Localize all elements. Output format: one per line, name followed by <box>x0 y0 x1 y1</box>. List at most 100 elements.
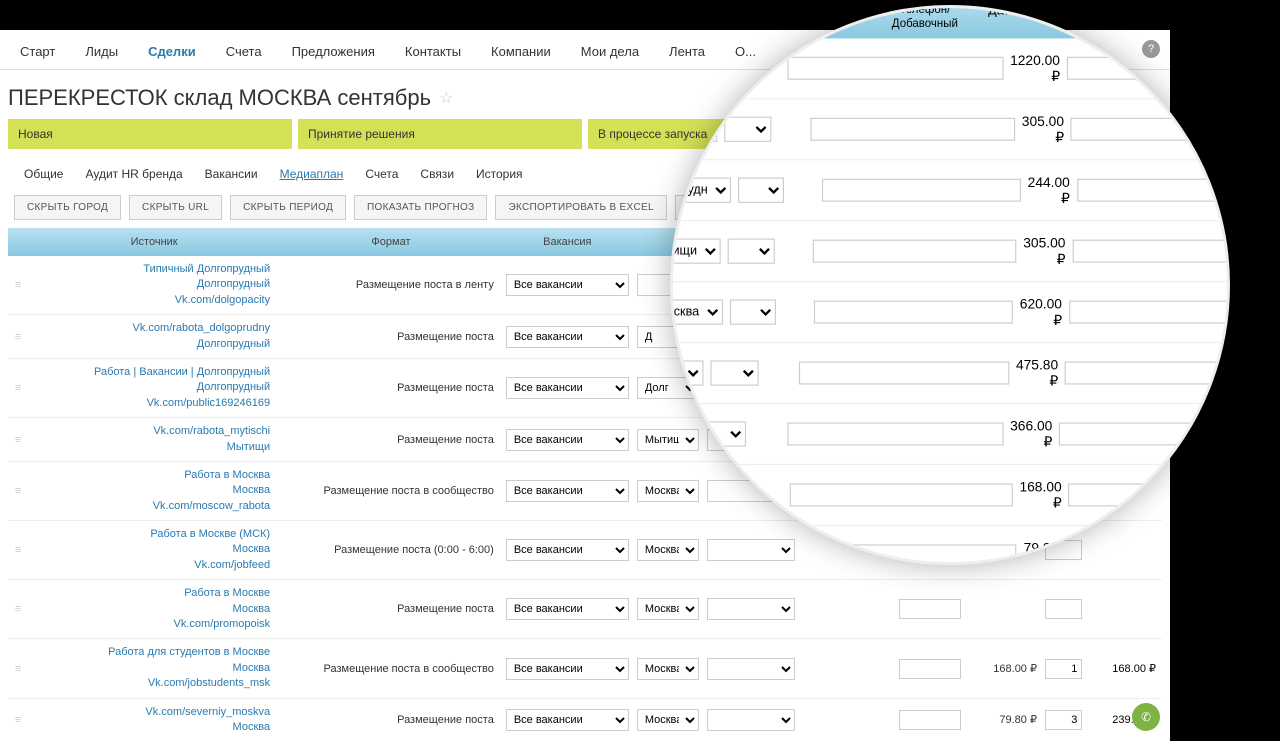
subtab-Аудит HR бренда[interactable]: Аудит HR бренда <box>85 167 182 181</box>
mag-date-input[interactable] <box>787 57 1003 80</box>
mag-city-select[interactable] <box>670 482 690 507</box>
mag-url-select[interactable] <box>724 117 771 142</box>
date-input[interactable] <box>899 659 962 679</box>
date-input[interactable] <box>899 599 962 619</box>
drag-handle-icon[interactable]: ≡ <box>8 256 28 315</box>
mag-date-input[interactable] <box>790 483 1013 506</box>
mag-date-input[interactable] <box>787 423 1003 446</box>
source-link[interactable]: Долгопрудный <box>32 380 270 395</box>
mag-date-input[interactable] <box>813 240 1016 263</box>
drag-handle-icon[interactable]: ≡ <box>8 358 28 417</box>
nav-Предложения[interactable]: Предложения <box>292 44 375 59</box>
subtab-Вакансии[interactable]: Вакансии <box>205 167 258 181</box>
nav-Лиды[interactable]: Лиды <box>85 44 118 59</box>
mag-city-select[interactable]: тищи <box>670 239 721 264</box>
mag-city-select[interactable] <box>670 421 690 446</box>
mag-url-select[interactable] <box>697 421 746 446</box>
source-link[interactable]: Vk.com/moscow_rabota <box>32 499 270 514</box>
mag-city-select[interactable]: ва <box>670 360 704 385</box>
mag-city-select[interactable]: опрудн <box>670 178 731 203</box>
mag-url-select[interactable] <box>697 482 748 507</box>
source-link[interactable]: Москва <box>32 542 270 557</box>
toolbar-btn[interactable]: СКРЫТЬ URL <box>129 195 222 220</box>
vacancy-select[interactable]: Все вакансии <box>506 709 629 731</box>
phone-fab-button[interactable]: ✆ <box>1132 703 1160 731</box>
vacancy-select[interactable]: Все вакансии <box>506 377 629 399</box>
mag-qty-input[interactable] <box>1065 544 1230 565</box>
mag-url-select[interactable] <box>728 239 775 264</box>
subtab-Медиаплан[interactable]: Медиаплан <box>280 167 344 181</box>
source-link[interactable]: Москва <box>32 661 270 676</box>
url-select[interactable] <box>707 598 795 620</box>
drag-handle-icon[interactable]: ≡ <box>8 315 28 359</box>
mag-date-input[interactable] <box>822 179 1021 202</box>
mag-city-select[interactable] <box>670 56 690 81</box>
stage-item[interactable]: Новая <box>8 119 292 149</box>
vacancy-select[interactable]: Все вакансии <box>506 480 629 502</box>
mag-city-select[interactable] <box>670 543 690 565</box>
drag-handle-icon[interactable]: ≡ <box>8 521 28 580</box>
drag-handle-icon[interactable]: ≡ <box>8 580 28 639</box>
url-select[interactable] <box>707 709 795 731</box>
toolbar-btn[interactable]: ПОКАЗАТЬ ПРОГНОЗ <box>354 195 487 220</box>
mag-qty-input[interactable] <box>1069 483 1230 506</box>
mag-qty-input[interactable] <box>1067 57 1230 80</box>
drag-handle-icon[interactable]: ≡ <box>8 418 28 462</box>
toolbar-btn[interactable]: СКРЫТЬ ГОРОД <box>14 195 121 220</box>
source-link[interactable]: Vk.com/severniy_moskva <box>32 705 270 720</box>
mag-url-select[interactable] <box>697 56 746 81</box>
source-link[interactable]: Работа для студентов в Москве <box>32 645 270 660</box>
mag-qty-input[interactable] <box>1059 423 1230 446</box>
source-link[interactable]: Vk.com/jobfeed <box>32 558 270 573</box>
vacancy-select[interactable]: Все вакансии <box>506 658 629 680</box>
mag-url-select[interactable] <box>738 178 784 203</box>
city-select[interactable]: Москва <box>637 658 700 680</box>
vacancy-select[interactable]: Все вакансии <box>506 429 629 451</box>
source-link[interactable]: Москва <box>32 483 270 498</box>
nav-Сделки[interactable]: Сделки <box>148 44 196 59</box>
mag-qty-input[interactable] <box>1072 240 1230 263</box>
nav-Старт[interactable]: Старт <box>20 44 55 59</box>
mag-url-select[interactable] <box>710 360 758 385</box>
drag-handle-icon[interactable]: ≡ <box>8 639 28 698</box>
source-link[interactable]: Москва <box>32 602 270 617</box>
mag-url-select[interactable] <box>730 299 776 324</box>
source-link[interactable]: Типичный Долгопрудный <box>32 262 270 277</box>
qty-input[interactable] <box>1045 659 1082 679</box>
source-link[interactable]: Работа в Москва <box>32 468 270 483</box>
source-link[interactable]: Мытищи <box>32 440 270 455</box>
source-link[interactable]: Vk.com/promopoisk <box>32 617 270 632</box>
source-link[interactable]: Vk.com/rabota_dolgoprudny <box>32 321 270 336</box>
mag-date-input[interactable] <box>799 362 1009 385</box>
mag-qty-input[interactable] <box>1071 118 1230 141</box>
toolbar-btn[interactable]: СКРЫТЬ ПЕРИОД <box>230 195 346 220</box>
drag-handle-icon[interactable]: ≡ <box>8 461 28 520</box>
source-link[interactable]: Vk.com/jobstudents_msk <box>32 676 270 691</box>
favorite-star-icon[interactable]: ☆ <box>439 88 453 108</box>
source-link[interactable]: Работа в Москве <box>32 586 270 601</box>
mag-city-select[interactable]: осква <box>670 299 723 324</box>
nav-Компании[interactable]: Компании <box>491 44 551 59</box>
mag-date-input[interactable] <box>791 544 1017 565</box>
source-link[interactable]: Vk.com/rabota_mytischi <box>32 424 270 439</box>
qty-input[interactable] <box>1045 599 1082 619</box>
vacancy-select[interactable]: Все вакансии <box>506 274 629 296</box>
vacancy-select[interactable]: Все вакансии <box>506 326 629 348</box>
nav-Контакты[interactable]: Контакты <box>405 44 461 59</box>
mag-date-input[interactable] <box>814 301 1013 324</box>
stage-item[interactable]: Принятие решения <box>298 119 582 149</box>
source-link[interactable]: Работа | Вакансии | Долгопрудный <box>32 365 270 380</box>
city-select[interactable]: Москва <box>637 709 700 731</box>
nav-Мои дела[interactable]: Мои дела <box>581 44 639 59</box>
city-select[interactable]: Москва <box>637 598 700 620</box>
mag-qty-input[interactable] <box>1077 179 1230 202</box>
vacancy-select[interactable]: Все вакансии <box>506 598 629 620</box>
date-input[interactable] <box>899 710 962 730</box>
toolbar-btn[interactable]: ЭКСПОРТИРОВАТЬ В EXCEL <box>495 195 666 220</box>
source-link[interactable]: Работа в Москве (МСК) <box>32 527 270 542</box>
source-link[interactable]: Москва <box>32 720 270 735</box>
source-link[interactable]: Долгопрудный <box>32 337 270 352</box>
drag-handle-icon[interactable]: ≡ <box>8 698 28 741</box>
url-select[interactable] <box>707 658 795 680</box>
subtab-История[interactable]: История <box>476 167 523 181</box>
